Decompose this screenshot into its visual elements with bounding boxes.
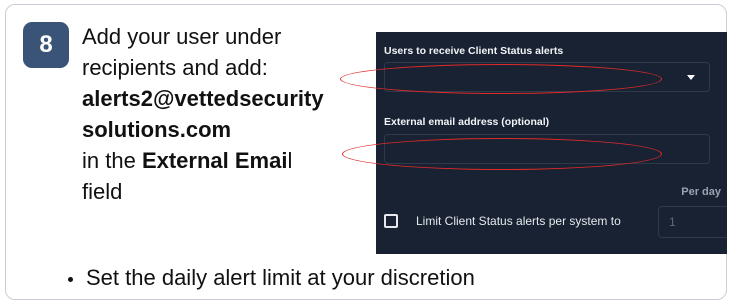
instruction-text: Add your user under recipients and add: … (82, 21, 380, 207)
instruction-line-1: Add your user under (82, 24, 282, 49)
per-day-input[interactable]: 1 (658, 206, 727, 238)
per-day-placeholder: 1 (669, 215, 676, 229)
email-part-2: solutions.com (82, 117, 232, 142)
chevron-down-icon (687, 75, 695, 80)
limit-alerts-label: Limit Client Status alerts per system to (416, 214, 621, 228)
recipients-label: Users to receive Client Status alerts (384, 45, 564, 57)
instruction-line-2: recipients and add: (82, 55, 268, 80)
line5-prefix: in the (82, 148, 142, 173)
line5-bold: External Emai (141, 148, 288, 173)
email-part-1: alerts2@vettedsecurity (82, 86, 324, 111)
bullet-dot (68, 276, 73, 282)
instruction-email-1: alerts2@vettedsecurity (82, 83, 380, 114)
per-day-label: Per day (681, 186, 721, 198)
line5-suffix: l (287, 148, 293, 173)
step-number: 8 (39, 31, 53, 58)
recipients-select[interactable] (384, 62, 710, 92)
bullet-text: Set the daily alert limit at your discre… (86, 265, 475, 290)
instruction-email-2: solutions.com (82, 114, 380, 145)
external-email-input[interactable] (384, 134, 710, 164)
instruction-line-6: field (82, 179, 123, 204)
step-number-badge: 8 (23, 22, 69, 68)
instruction-line-5: in the External Email (82, 145, 380, 176)
checkbox-unchecked-icon[interactable] (384, 214, 398, 228)
settings-screenshot: Users to receive Client Status alerts Ex… (376, 32, 727, 254)
bullet-item: Set the daily alert limit at your discre… (68, 265, 475, 291)
external-email-label: External email address (optional) (384, 116, 550, 128)
